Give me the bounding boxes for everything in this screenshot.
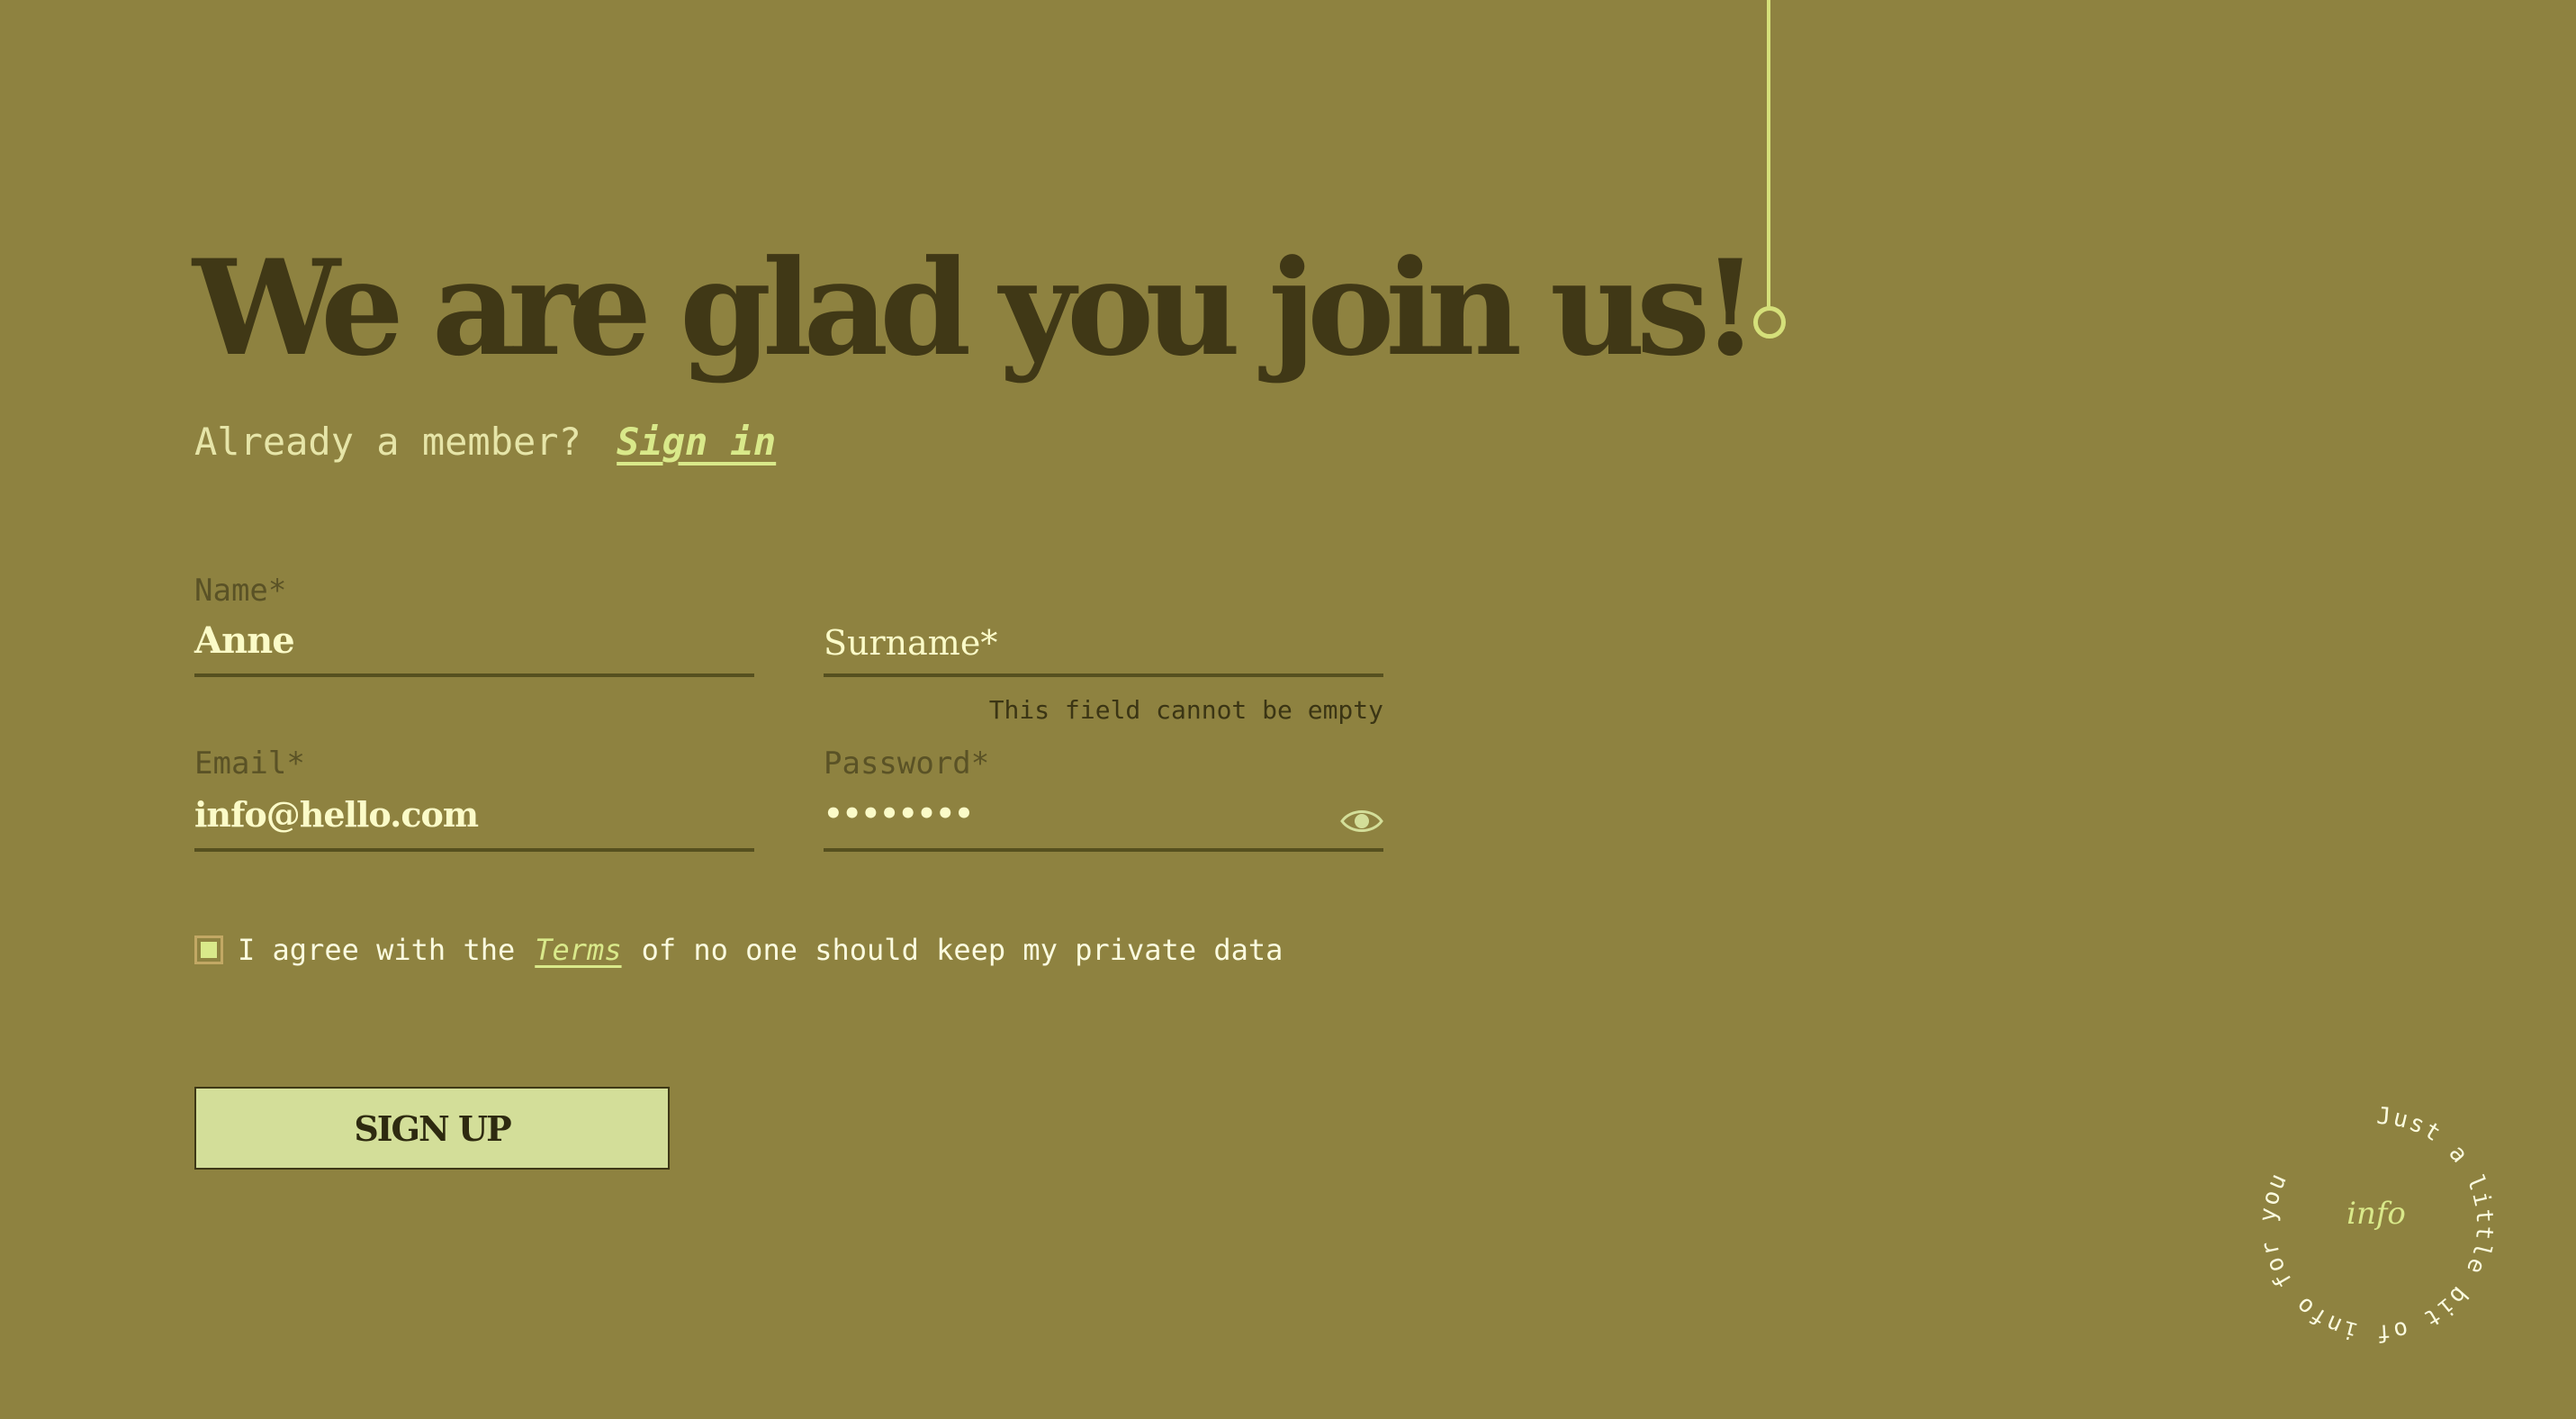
member-prompt-text: Already a member? [194, 420, 581, 464]
eye-icon[interactable] [1340, 807, 1383, 836]
name-input[interactable]: Anne [194, 619, 295, 662]
surname-field[interactable]: Surname* This field cannot be empty [824, 573, 1383, 726]
surname-error-message: This field cannot be empty [988, 695, 1383, 725]
badge-center-label: info [2346, 1196, 2406, 1232]
password-field[interactable]: Password* •••••••• [824, 746, 1383, 854]
surname-input[interactable]: Surname* [824, 623, 997, 663]
sign-up-button[interactable]: SIGN UP [194, 1087, 670, 1170]
terms-prefix-text: I agree with the [238, 933, 516, 967]
surname-underline [824, 673, 1383, 677]
hanger-line [1767, 0, 1770, 308]
email-underline [194, 848, 754, 852]
email-label: Email* [194, 746, 305, 782]
name-underline [194, 673, 754, 677]
password-underline [824, 848, 1383, 852]
hanger-ring-icon [1753, 306, 1786, 339]
password-input[interactable]: •••••••• [824, 796, 974, 832]
terms-checkbox[interactable] [194, 935, 223, 964]
email-input[interactable]: info@hello.com [194, 794, 479, 835]
page-title: We are glad you join us! [193, 231, 1759, 385]
sign-in-link[interactable]: Sign in [617, 420, 776, 464]
info-badge[interactable]: Just a little bit of info for you info [2250, 1098, 2502, 1351]
terms-suffix-text: of no one should keep my private data [641, 933, 1283, 967]
terms-agreement: I agree with the Terms of no one should … [194, 933, 1283, 967]
email-field[interactable]: Email* info@hello.com [194, 746, 754, 854]
terms-link[interactable]: Terms [535, 933, 621, 967]
password-label: Password* [824, 746, 990, 782]
member-prompt: Already a member? Sign in [194, 420, 776, 464]
name-label: Name* [194, 573, 287, 609]
checkbox-check-mark [201, 942, 217, 958]
name-field[interactable]: Name* Anne [194, 573, 754, 681]
